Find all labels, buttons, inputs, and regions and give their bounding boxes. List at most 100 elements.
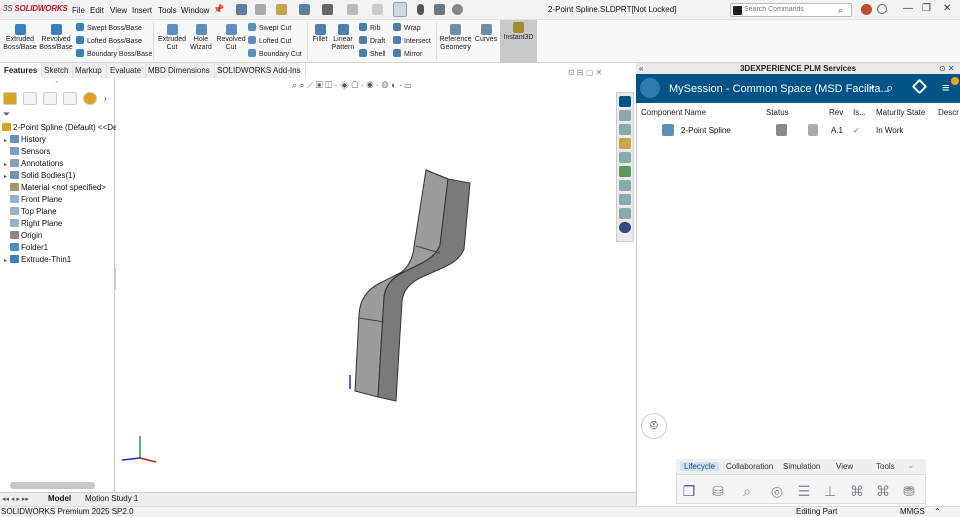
- list-icon[interactable]: ☰: [795, 482, 813, 500]
- tree-item[interactable]: Front Plane: [4, 195, 62, 204]
- col-rev[interactable]: Rev: [829, 108, 843, 117]
- forum-icon[interactable]: [619, 194, 631, 205]
- traffic-light-icon[interactable]: [417, 4, 424, 15]
- col-is[interactable]: Is...: [853, 108, 866, 117]
- tab-collaboration[interactable]: Collaboration: [726, 462, 773, 471]
- search-commands-box[interactable]: ⌕: [730, 3, 852, 17]
- col-maturity-state[interactable]: Maturity State: [876, 108, 925, 117]
- tree-item[interactable]: Sensors: [4, 147, 50, 156]
- lofted-cut-button[interactable]: Lofted Cut: [248, 36, 291, 45]
- wrap-button[interactable]: Wrap: [393, 23, 421, 32]
- hamburger-menu-icon[interactable]: ≡: [942, 80, 950, 95]
- horizontal-scrollbar[interactable]: [10, 482, 95, 489]
- extrude-thin-model[interactable]: [340, 165, 480, 405]
- file-explorer-icon[interactable]: [619, 138, 631, 149]
- tab-nav-arrows[interactable]: ◂◂ ◂ ▸ ▸▸: [2, 495, 29, 503]
- add-item-icon[interactable]: ⊥: [821, 482, 839, 500]
- view-palette-icon[interactable]: [619, 152, 631, 163]
- mirror-button[interactable]: Mirror: [393, 49, 422, 58]
- network-add-icon[interactable]: ⌘: [848, 482, 866, 500]
- close-icon[interactable]: ✕: [943, 3, 951, 14]
- search-lifecycle-icon[interactable]: ⌕: [738, 482, 756, 500]
- redo-icon[interactable]: [372, 4, 383, 15]
- tree-root-part[interactable]: 2-Point Spline (Default) <<De: [2, 123, 118, 132]
- tab-sketch[interactable]: Sketch: [40, 63, 74, 78]
- options-gear-icon[interactable]: [452, 4, 463, 15]
- network-icon[interactable]: ⌘: [874, 482, 892, 500]
- feature-tree-icon[interactable]: [3, 92, 17, 105]
- collapse-chevron-icon[interactable]: ⌄: [907, 460, 915, 471]
- col-description[interactable]: Descr: [938, 108, 959, 117]
- minimize-icon[interactable]: —: [903, 3, 913, 14]
- dimxpert-icon[interactable]: [63, 92, 77, 105]
- session-selector[interactable]: MySession - Common Space (MSD Facilita..…: [669, 83, 890, 95]
- heads-up-view-toolbar[interactable]: ⌕ ⌕ ⟋ ▣ ◫ · ◈ ▢ · ◉ · ◍ ◐ · ▭: [292, 80, 411, 91]
- swept-cut-button[interactable]: Swept Cut: [248, 23, 291, 32]
- hole-wizard-button[interactable]: Hole Wizard: [188, 22, 214, 52]
- col-component-name[interactable]: Component Name: [641, 108, 706, 117]
- tree-item[interactable]: ▸ Solid Bodies(1): [4, 171, 75, 180]
- resources-icon[interactable]: [619, 110, 631, 121]
- boundary-boss-button[interactable]: Boundary Boss/Base: [76, 49, 152, 58]
- revision-icon[interactable]: ◎: [768, 482, 786, 500]
- search-tab-icon[interactable]: [619, 208, 631, 219]
- tab-lifecycle[interactable]: Lifecycle: [680, 462, 720, 471]
- extruded-cut-button[interactable]: Extruded Cut: [156, 22, 188, 52]
- fillet-button[interactable]: Fillet: [309, 22, 331, 44]
- tree-item[interactable]: ▸ History: [4, 135, 46, 144]
- tree-item[interactable]: ▸ Annotations: [4, 159, 63, 168]
- collapse-double-chevron-icon[interactable]: «: [639, 64, 643, 73]
- help-icon[interactable]: [877, 4, 887, 14]
- curves-button[interactable]: Curves: [473, 22, 499, 44]
- tab-add-ins[interactable]: SOLIDWORKS Add-Ins: [213, 63, 306, 78]
- col-status[interactable]: Status: [766, 108, 789, 117]
- menu-insert[interactable]: Insert: [132, 6, 152, 15]
- reference-geometry-button[interactable]: Reference Geometry: [438, 22, 473, 52]
- tab-markup[interactable]: Markup: [71, 63, 107, 78]
- chevron-right-icon[interactable]: ›: [104, 94, 107, 103]
- restore-icon[interactable]: ❐: [922, 3, 931, 14]
- tab-simulation[interactable]: Simulation: [783, 462, 820, 471]
- tab-mbd-dimensions[interactable]: MBD Dimensions: [144, 63, 215, 78]
- design-library-icon[interactable]: [619, 124, 631, 135]
- instant3d-button[interactable]: Instant3D: [500, 20, 537, 63]
- solidworks-logo[interactable]: 3S SOLIDWORKS: [3, 4, 68, 13]
- helmet-icon[interactable]: ⛑: [641, 413, 667, 439]
- menu-tools[interactable]: Tools: [158, 6, 177, 15]
- tab-view[interactable]: View: [836, 462, 853, 471]
- menu-file[interactable]: File: [72, 6, 85, 15]
- revolved-cut-button[interactable]: Revolved Cut: [215, 22, 247, 52]
- filter-icon[interactable]: ⏷: [3, 109, 10, 120]
- property-manager-icon[interactable]: [23, 92, 37, 105]
- globe-icon[interactable]: [619, 222, 631, 233]
- configuration-manager-icon[interactable]: [43, 92, 57, 105]
- tab-evaluate[interactable]: Evaluate: [106, 63, 147, 78]
- 3dexperience-compass-icon[interactable]: [640, 78, 660, 98]
- custom-properties-icon[interactable]: [619, 180, 631, 191]
- draft-button[interactable]: Draft: [359, 36, 385, 45]
- pin-icon[interactable]: 📌: [213, 4, 224, 15]
- viewport-window-controls[interactable]: ⊡ ⊟ ▢ ✕: [568, 68, 602, 77]
- tab-model[interactable]: Model: [48, 494, 71, 503]
- search-input[interactable]: [744, 6, 834, 13]
- 3dexperience-icon[interactable]: [619, 96, 631, 107]
- tab-motion-study[interactable]: Motion Study 1: [85, 494, 138, 503]
- menu-edit[interactable]: Edit: [90, 6, 104, 15]
- component-name-cell[interactable]: 2-Point Spline: [681, 126, 731, 135]
- status-units[interactable]: MMGS: [900, 507, 925, 516]
- rib-button[interactable]: Rib: [359, 23, 381, 32]
- revolved-boss-button[interactable]: Revolved Boss/Base: [38, 22, 74, 52]
- home-icon[interactable]: [236, 4, 247, 15]
- storage-icon[interactable]: ⛃: [900, 482, 918, 500]
- appearances-icon[interactable]: [619, 166, 631, 177]
- linear-pattern-button[interactable]: Linear Pattern: [331, 22, 355, 52]
- tab-features[interactable]: Features: [0, 63, 43, 78]
- open-file-icon[interactable]: [276, 4, 287, 15]
- search-icon[interactable]: ⌕: [838, 5, 843, 16]
- tab-tools[interactable]: Tools: [876, 462, 895, 471]
- tree-item[interactable]: Right Plane: [4, 219, 62, 228]
- new-file-icon[interactable]: [255, 4, 266, 15]
- menu-window[interactable]: Window: [181, 6, 209, 15]
- tree-item[interactable]: Top Plane: [4, 207, 57, 216]
- lofted-boss-button[interactable]: Lofted Boss/Base: [76, 36, 142, 45]
